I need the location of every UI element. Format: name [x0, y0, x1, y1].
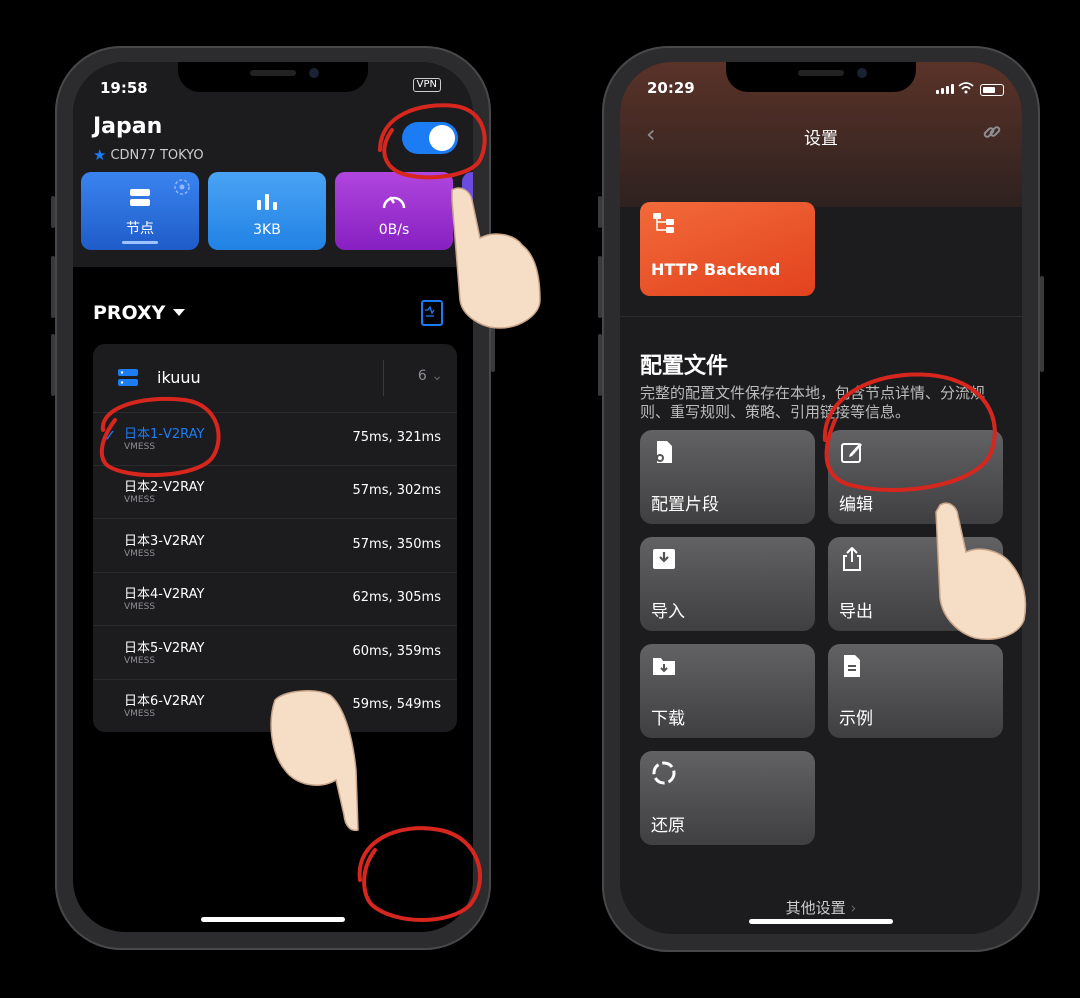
server-icon	[130, 189, 150, 206]
http-backend-label: HTTP Backend	[651, 260, 781, 279]
edit-button[interactable]: 编辑	[828, 430, 1003, 524]
share-icon	[843, 547, 861, 571]
node-type: VMESS	[124, 709, 156, 719]
tile-next-partial[interactable]	[462, 172, 473, 250]
node-name: 日本2-V2RAY	[124, 480, 205, 496]
volume-up-button	[598, 256, 602, 318]
wifi-icon	[958, 82, 974, 94]
active-indicator	[122, 241, 158, 244]
node-latency: 60ms, 359ms	[352, 643, 442, 659]
link-icon[interactable]	[982, 122, 1002, 147]
flowchart-icon	[653, 213, 674, 233]
node-latency: 57ms, 350ms	[352, 536, 442, 552]
node-latency: 59ms, 549ms	[352, 697, 442, 712]
node-name: 日本6-V2RAY	[124, 694, 205, 709]
right-phone-frame: 20:29 ‹ 设置 HTTP Backend 配置文件 完整的配置文件保存在本…	[598, 46, 1044, 952]
bar-chart-icon	[257, 194, 277, 210]
right-screen: 20:29 ‹ 设置 HTTP Backend 配置文件 完整的配置文件保存在本…	[620, 62, 1022, 934]
proxy-node-row[interactable]: ✓ 日本1-V2RAY VMESS 75ms, 321ms	[93, 412, 457, 466]
left-screen: 19:58 VPN Japan ★ CDN77 TOKYO 节点 3KB 0B/…	[73, 62, 473, 932]
pencil-square-icon	[841, 443, 862, 463]
notch	[726, 62, 916, 92]
tile-nodes-label: 节点	[126, 221, 154, 237]
group-count: 6 ⌄	[417, 368, 443, 384]
home-indicator	[201, 917, 345, 922]
node-type: VMESS	[124, 495, 156, 506]
proxy-node-row[interactable]: 日本5-V2RAY VMESS 60ms, 359ms	[93, 626, 457, 680]
power-button	[491, 276, 495, 372]
scan-icon	[174, 179, 190, 195]
proxy-node-row[interactable]: 日本3-V2RAY VMESS 57ms, 350ms	[93, 519, 457, 573]
volume-down-button	[51, 334, 55, 396]
gear-document-icon	[656, 441, 672, 463]
node-type: VMESS	[124, 602, 156, 613]
document-icon	[844, 655, 860, 677]
folder-download-icon	[653, 658, 675, 675]
server-icon	[118, 369, 138, 386]
node-type: VMESS	[124, 655, 156, 666]
tile-speed[interactable]: 0B/s	[335, 172, 453, 250]
node-name: 日本4-V2RAY	[124, 587, 205, 603]
section-title: 配置文件	[640, 354, 729, 379]
tray-download-icon	[653, 549, 675, 569]
node-type: VMESS	[124, 442, 156, 452]
section-description: 完整的配置文件保存在本地，包含节点详情、分流规则、重写规则、策略、引用链接等信息…	[640, 384, 986, 421]
tile-nodes[interactable]: 节点	[81, 172, 199, 250]
group-header[interactable]: ikuuu 6 ⌄	[93, 344, 457, 413]
config-snippet-button[interactable]: 配置片段	[640, 430, 815, 524]
tile-speed-label: 0B/s	[378, 222, 410, 238]
checkmark-icon: ✓	[103, 426, 117, 445]
tile-traffic-label: 3KB	[253, 222, 281, 238]
log-document-icon[interactable]	[421, 300, 443, 326]
proxy-group-selector[interactable]: PROXY	[93, 302, 186, 324]
power-button	[1040, 276, 1044, 372]
volume-down-button	[598, 334, 602, 396]
node-type: VMESS	[124, 548, 156, 559]
status-time: 19:58	[100, 79, 148, 97]
node-name: 日本3-V2RAY	[124, 533, 205, 549]
restore-button[interactable]: 还原	[640, 751, 815, 845]
node-latency: 62ms, 305ms	[352, 590, 442, 606]
mute-switch	[598, 196, 602, 228]
group-name: ikuuu	[157, 368, 201, 387]
example-button[interactable]: 示例	[828, 644, 1003, 738]
node-name: 日本5-V2RAY	[124, 640, 205, 656]
node-latency: 75ms, 321ms	[352, 430, 442, 445]
location-subtitle: ★ CDN77 TOKYO	[93, 146, 204, 164]
location-title: Japan	[93, 114, 163, 139]
other-settings-link[interactable]: 其他设置 ›	[620, 897, 1022, 918]
node-latency: 57ms, 302ms	[352, 483, 442, 499]
notch	[178, 62, 368, 92]
signal-icon	[936, 84, 954, 94]
triangle-down-icon	[173, 309, 186, 316]
proxy-group-card: ikuuu 6 ⌄ ✓ 日本1-V2RAY VMESS 75ms, 321ms 日本2-…	[93, 344, 457, 732]
volume-up-button	[51, 256, 55, 318]
proxy-node-row[interactable]: 日本4-V2RAY VMESS 62ms, 305ms	[93, 572, 457, 627]
tile-traffic[interactable]: 3KB	[208, 172, 326, 250]
import-button[interactable]: 导入	[640, 537, 815, 631]
chevron-down-icon: ⌄	[431, 368, 443, 384]
star-icon: ★	[93, 146, 107, 164]
left-phone-frame: 19:58 VPN Japan ★ CDN77 TOKYO 节点 3KB 0B/…	[51, 46, 495, 950]
nav-title: 设置	[804, 129, 838, 149]
vpn-badge: VPN	[412, 78, 441, 92]
divider	[383, 360, 384, 396]
mute-switch	[51, 196, 55, 228]
restore-circle-icon	[652, 761, 676, 785]
proxy-node-row[interactable]: 日本6-V2RAY VMESS 59ms, 549ms	[93, 679, 457, 732]
battery-icon	[980, 84, 1004, 96]
export-button[interactable]: 导出	[828, 537, 1003, 631]
divider	[620, 316, 1022, 317]
speedometer-icon	[382, 196, 406, 209]
download-button[interactable]: 下载	[640, 644, 815, 738]
http-backend-tile[interactable]: HTTP Backend	[640, 202, 815, 296]
proxy-node-row[interactable]: 日本2-V2RAY VMESS 57ms, 302ms	[93, 465, 457, 520]
connection-panel: 19:58 VPN Japan ★ CDN77 TOKYO 节点 3KB 0B/…	[73, 62, 473, 267]
status-time: 20:29	[647, 79, 695, 97]
home-indicator	[749, 919, 893, 924]
vpn-toggle[interactable]	[402, 122, 458, 154]
node-name: 日本1-V2RAY	[124, 427, 205, 442]
chevron-right-icon: ›	[850, 899, 857, 917]
